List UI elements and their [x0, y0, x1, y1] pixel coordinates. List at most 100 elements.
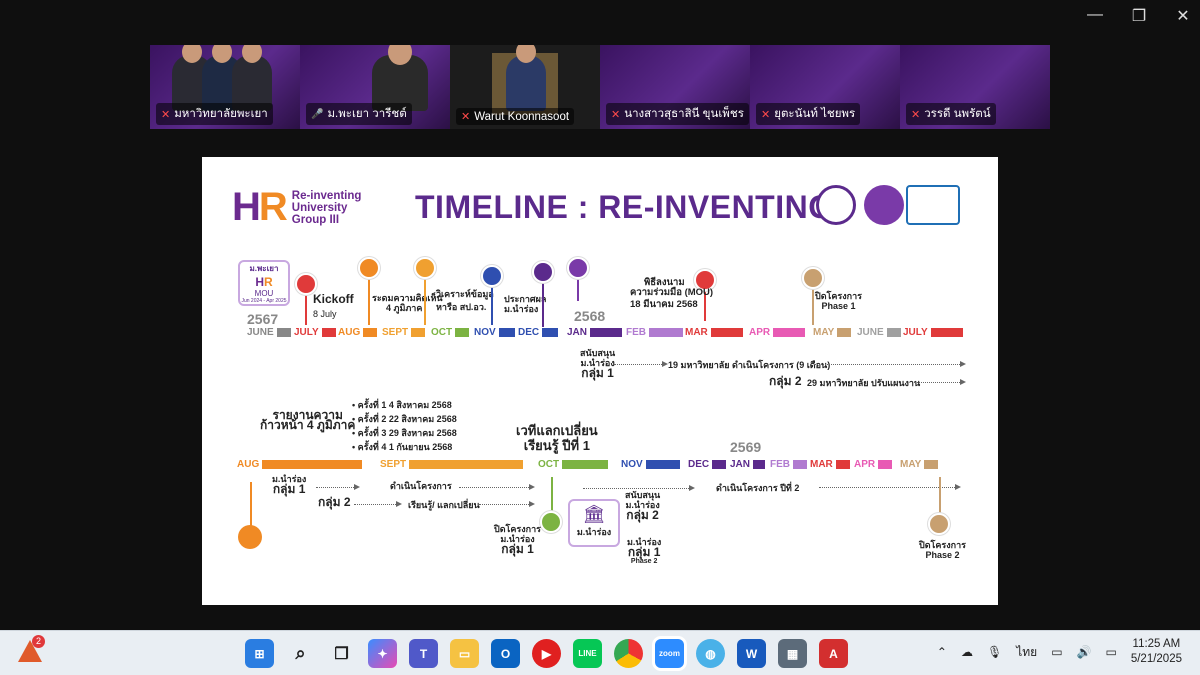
event-label: วิเคราะห์ข้อมูล หารือ สป.อว. [436, 289, 494, 312]
month-bar [793, 460, 807, 469]
close-button[interactable]: ✕ [1174, 6, 1192, 26]
line-19-universities: 19 มหาวิทยาลัย ดำเนินโครงการ (9 เดือน) [668, 360, 831, 370]
university-card: 🏛 ม.นำร่อง [568, 499, 620, 547]
microphone-icon[interactable]: 🎙 [987, 645, 1002, 659]
arrow [316, 484, 360, 490]
r2-close2: ปิดโครงการ Phase 2 [919, 540, 966, 560]
round-item: • ครั้งที่ 1 4 สิงหาคม 2568 [352, 400, 452, 410]
month-label: MAR [685, 327, 708, 338]
participant-tile[interactable]: ✕ นางสาวสุธาสินี ขุนเพ็ชร [600, 45, 750, 129]
group2-label: กลุ่ม 2 [769, 374, 802, 388]
month-bar [837, 328, 852, 337]
arrow [583, 485, 695, 491]
participant-tile[interactable]: ✕ วรรดี นพรัตน์ [900, 45, 1050, 129]
month-bar [924, 460, 939, 469]
report-label: รายงานความ ก้าวหน้า 4 ภูมิภาค [260, 408, 356, 432]
month-label: MAY [900, 459, 922, 470]
acrobat-icon[interactable]: A [819, 639, 848, 668]
time: 11:25 AM [1132, 638, 1181, 650]
search-icon[interactable]: ⌕ [286, 639, 315, 668]
month-label: MAY [813, 327, 835, 338]
weather-icon[interactable]: ☁ [961, 645, 973, 659]
arrow [819, 484, 961, 490]
megaphone-icon [532, 261, 554, 283]
chevron-up-icon[interactable]: ⌃ [937, 645, 947, 659]
month-label: APR [854, 459, 876, 470]
copilot-icon[interactable]: ✦ [368, 639, 397, 668]
year-label: 2567 [247, 311, 279, 327]
r2-pilot: ม.นำร่อง กลุ่ม 1 Phase 2 [627, 537, 662, 565]
month-label: JUNE [247, 327, 274, 338]
round-item: • ครั้งที่ 3 29 สิงหาคม 2568 [352, 428, 457, 438]
month-label: NOV [621, 459, 643, 470]
check-icon [540, 511, 562, 533]
hr-logo: HR Re-inventing University Group III [232, 185, 361, 230]
zoom-icon[interactable]: zoom [655, 639, 684, 668]
month-label: DEC [688, 459, 710, 470]
support-group1: สนับสนุน ม.นำร่อง กลุ่ม 1 [580, 348, 616, 380]
volume-icon[interactable]: 🔊 [1077, 645, 1092, 659]
mic-muted-icon: ✕ [461, 111, 471, 123]
event-label: ระดมความคิดเห็น 4 ภูมิภาค [372, 293, 443, 313]
month-label: AUG [338, 327, 361, 338]
arrow [354, 501, 402, 507]
month-label: JULY [903, 327, 928, 338]
avatar [506, 45, 546, 111]
month-bar [498, 328, 515, 337]
logo-line: Group III [291, 213, 340, 226]
month-label: OCT [431, 327, 453, 338]
mic-icon: 🎤 [311, 108, 324, 120]
chrome-icon[interactable] [614, 639, 643, 668]
notification-icon[interactable]: 2 [18, 635, 45, 666]
mou-label: พิธีลงนาม ความร่วมมือ (MOU) 18 มีนาคม 2568 [630, 277, 714, 310]
month-bar [562, 460, 609, 469]
milestone-pin [939, 477, 941, 517]
participant-tile-speaking[interactable]: 🎤 ม.พะเยา วารีชต์ [300, 45, 450, 129]
taskview-icon[interactable]: ❐ [327, 639, 356, 668]
month-bar [710, 328, 743, 337]
taskbar-apps: ⊞ ⌕ ❐ ✦ T ▭ O ▶ LINE zoom ◍ W ▦ A [245, 639, 848, 668]
logo-line: University [291, 201, 348, 214]
minimize-button[interactable]: — [1086, 6, 1104, 26]
arrow [614, 361, 668, 367]
network-icon[interactable]: ▭ [1051, 645, 1062, 659]
calculator-icon[interactable]: ▦ [778, 639, 807, 668]
youtube-icon[interactable]: ▶ [532, 639, 561, 668]
participant-tile[interactable]: ✕ Warut Koonnasoot [450, 45, 600, 129]
mic-muted-icon: ✕ [611, 108, 621, 121]
language-indicator[interactable]: ไทย [1016, 643, 1037, 662]
participant-tile[interactable]: ✕ มหาวิทยาลัยพะเยา [150, 45, 300, 129]
month-label: FEB [770, 459, 790, 470]
restore-button[interactable]: ❐ [1130, 6, 1148, 26]
month-bar [835, 460, 850, 469]
month-label: FEB [626, 327, 646, 338]
explorer-icon[interactable]: ▭ [450, 639, 479, 668]
battery-icon[interactable]: ▭ [1105, 645, 1116, 659]
month-label: SEPT [380, 459, 407, 470]
month-label: AUG [237, 459, 260, 470]
university-seal [864, 185, 904, 225]
zoom-window: — ❐ ✕ ✕ มหาวิทยาลัยพะเยา 🎤 ม.พะเยา วารีชต์… [0, 0, 1200, 675]
r2-learn: เรียนรู้/ แลกเปลี่ยน [408, 500, 480, 510]
teams-icon[interactable]: T [409, 639, 438, 668]
clock[interactable]: 11:25 AM 5/21/2025 [1131, 637, 1182, 667]
month-bar [542, 328, 559, 337]
window-controls: — ❐ ✕ [1086, 6, 1192, 26]
word-icon[interactable]: W [737, 639, 766, 668]
check-icon [928, 513, 950, 535]
hr-logo-mark: HR [232, 185, 288, 229]
month-label: DEC [518, 327, 540, 338]
outlook-icon[interactable]: O [491, 639, 520, 668]
participant-name: 🎤 ม.พะเยา วารีชต์ [306, 103, 412, 125]
participant-tile[interactable]: ✕ ยุตะนันท์ ไชยพร [750, 45, 900, 129]
analysis-icon [414, 257, 436, 279]
mic-muted-icon: ✕ [761, 108, 771, 121]
line-icon[interactable]: LINE [573, 639, 602, 668]
start-dot [238, 525, 262, 549]
start-icon[interactable]: ⊞ [245, 639, 274, 668]
arrow [914, 379, 966, 385]
close-phase1-label: ปิดโครงการ Phase 1 [815, 291, 862, 311]
mou-badge: ม.พะเยา HR MOU Jun 2024 - Apr 2025 [238, 260, 290, 306]
month-label: APR [749, 327, 771, 338]
maps-icon[interactable]: ◍ [696, 639, 725, 668]
